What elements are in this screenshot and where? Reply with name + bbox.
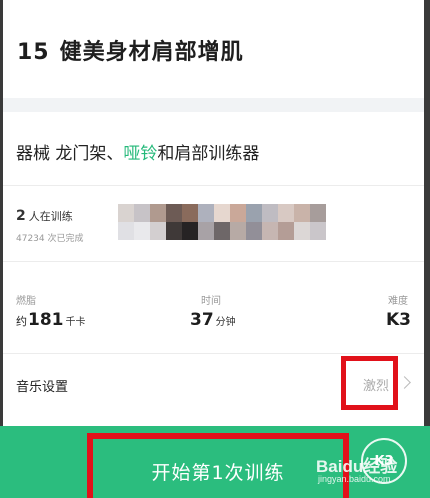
duration-unit: 分钟 — [215, 317, 236, 328]
calories-number: 181 — [28, 310, 64, 330]
equipment-link-dumbbell[interactable]: 哑铃 — [123, 144, 157, 164]
right-frame-edge — [424, 0, 430, 498]
highlight-box-music — [341, 356, 398, 410]
workout-metrics-section: 燃脂 约181 千卡 时间 37 分钟 难度 K3 — [3, 262, 424, 354]
equipment-suffix: 和肩部训练器 — [157, 144, 260, 164]
avatar — [278, 204, 294, 222]
training-count-label: 人在训练 — [28, 210, 73, 223]
avatar — [294, 204, 310, 222]
avatar — [230, 204, 246, 222]
equipment-prefix: 器械 龙门架、 — [16, 144, 124, 164]
training-count-value: 2 — [16, 208, 26, 224]
avatar — [214, 204, 230, 222]
equipment-section: 器械 龙门架、哑铃和肩部训练器 — [3, 112, 424, 186]
calories-label: 燃脂 — [16, 296, 36, 307]
baidu-watermark-url: jingyan.baidu.com — [318, 474, 391, 484]
avatar — [294, 222, 310, 240]
avatar — [134, 222, 150, 240]
avatar — [118, 222, 134, 240]
workout-name: 健美身材肩部增肌 — [59, 40, 244, 65]
calories-value: 约181 千卡 — [16, 310, 86, 330]
avatar — [198, 222, 214, 240]
difficulty-value: K3 — [386, 310, 412, 330]
avatar — [278, 222, 294, 240]
avatar — [214, 222, 230, 240]
avatar — [134, 204, 150, 222]
avatar — [166, 204, 182, 222]
start-training-button[interactable]: 开始第1次训练 — [87, 433, 349, 498]
workout-title: 15 健美身材肩部增肌 — [17, 34, 244, 66]
avatar — [198, 204, 214, 222]
avatar — [150, 222, 166, 240]
workout-header: 15 健美身材肩部增肌 — [3, 0, 424, 98]
avatar — [150, 204, 166, 222]
avatar — [230, 222, 246, 240]
completed-count: 47234 次已完成 — [16, 234, 84, 244]
workout-number: 15 — [17, 40, 50, 65]
duration-number: 37 — [190, 310, 214, 330]
training-count: 2 人在训练 — [16, 208, 73, 224]
start-training-label: 开始第1次训练 — [151, 462, 285, 484]
avatar — [246, 204, 262, 222]
avatar — [118, 204, 134, 222]
duration-value: 37 分钟 — [190, 310, 236, 330]
calories-unit: 千卡 — [65, 317, 86, 328]
chevron-right-icon — [398, 376, 411, 389]
music-settings-label: 音乐设置 — [16, 380, 69, 395]
trainee-avatars[interactable] — [118, 204, 333, 240]
section-divider — [3, 98, 424, 112]
duration-label: 时间 — [201, 296, 221, 307]
avatar — [310, 222, 326, 240]
avatar — [246, 222, 262, 240]
avatar — [182, 204, 198, 222]
difficulty-label: 难度 — [388, 296, 408, 307]
avatar — [182, 222, 198, 240]
calories-prefix: 约 — [16, 315, 27, 328]
avatar — [310, 204, 326, 222]
avatar — [262, 222, 278, 240]
avatar — [166, 222, 182, 240]
equipment-text: 器械 龙门架、哑铃和肩部训练器 — [16, 139, 259, 164]
avatar — [262, 204, 278, 222]
training-stats-section[interactable]: 2 人在训练 47234 次已完成 — [3, 186, 424, 262]
